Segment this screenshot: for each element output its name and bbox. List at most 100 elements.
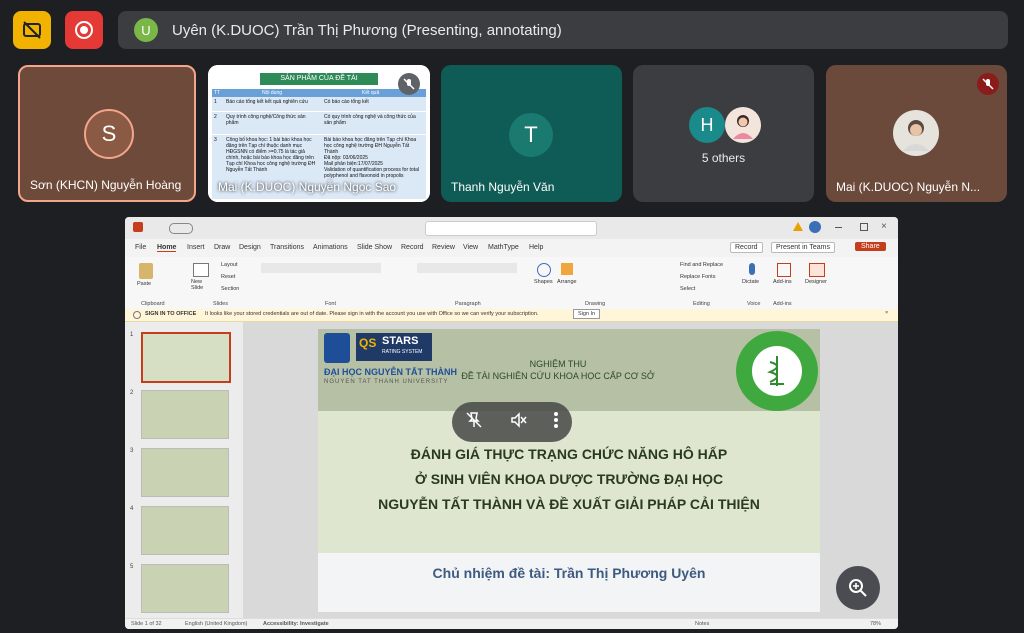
zoom-in-button[interactable] [836,566,880,610]
group-label: Editing [693,301,710,307]
account-avatar[interactable] [809,221,821,233]
captions-off-icon [23,21,41,39]
presenter-avatar: U [134,18,158,42]
tab-animations[interactable]: Animations [313,244,348,251]
powerpoint-logo-icon [133,222,143,232]
dictate-icon[interactable] [749,263,755,275]
select-button[interactable]: Select [680,286,695,292]
signin-label: SIGN IN TO OFFICE [145,311,197,317]
presenter-bar: U Uyên (K.DUOC) Trần Thị Phương (Present… [118,11,1008,49]
slide-thumbnail[interactable] [141,390,229,439]
paste-icon[interactable] [139,263,153,279]
restore-button[interactable] [860,223,868,231]
group-label: Clipboard [141,301,165,307]
slide-thumbnail[interactable] [141,564,229,613]
shapes-button[interactable]: Shapes [534,279,553,285]
dictate-button[interactable]: Dictate [742,279,759,285]
record-icon [75,21,93,39]
stop-recording-button[interactable] [65,11,103,49]
tab-file[interactable]: File [135,244,146,251]
share-button[interactable]: Share [855,242,886,251]
signin-bar: SIGN IN TO OFFICE It looks like your sto… [125,309,898,322]
warning-icon [793,222,803,231]
group-label: Slides [213,301,228,307]
tab-mathtype[interactable]: MathType [488,244,519,251]
addins-button[interactable]: Add-ins [773,279,792,285]
signin-button[interactable]: Sign In [573,309,601,319]
slide-thumbnail[interactable] [141,506,229,555]
find-replace-button[interactable]: Find and Replace [680,262,723,268]
close-signin-icon[interactable]: × [885,310,888,316]
new-slide-button[interactable]: New Slide [191,279,203,291]
avatar: S [84,109,134,159]
participant-tile-screen[interactable]: SẢN PHẨM CỦA ĐỀ TÀI TT Nội dung Kết quả … [208,65,430,202]
faculty-logo [736,331,818,411]
table-row: 2 Quy trình công nghệ/Công thức sản phẩm… [212,112,426,135]
tab-design[interactable]: Design [239,244,261,251]
new-slide-icon[interactable] [193,263,209,277]
participant-tile[interactable]: S Sơn (KHCN) Nguyễn Hoàng [18,65,196,202]
accessibility-indicator[interactable]: Accessibility: Investigate [263,621,329,627]
participant-tile[interactable]: Mai (K.DUOC) Nguyễn N... [826,65,1007,202]
autosave-toggle[interactable] [169,223,193,234]
tab-draw[interactable]: Draw [214,244,230,251]
reset-button[interactable]: Reset [221,274,235,280]
table-title: SẢN PHẨM CỦA ĐỀ TÀI [260,73,378,85]
tab-slideshow[interactable]: Slide Show [357,244,392,251]
slide-thumbnails: 1 2 3 4 5 [125,322,243,618]
mic-off-icon [398,73,420,95]
others-count: 5 others [701,151,746,165]
participant-name: Mai (K.DUOC) Nguyễn Ngọc Sao [218,180,397,194]
info-icon [133,311,141,319]
toggle-captions-button[interactable] [13,11,51,49]
others-tile[interactable]: H 5 others [633,65,814,202]
avatar: H [689,107,725,143]
tab-insert[interactable]: Insert [187,244,205,251]
arrange-button[interactable]: Arrange [557,279,577,285]
zoom-level[interactable]: 78% [870,621,881,627]
title-line: Ở SINH VIÊN KHOA DƯỢC TRƯỜNG ĐẠI HỌC [414,471,724,487]
notes-button[interactable]: Notes [695,621,709,627]
ntt-logo [324,333,350,363]
font-controls[interactable] [261,263,381,273]
close-button[interactable]: × [881,221,887,232]
mute-speaker-icon[interactable] [509,411,527,434]
tab-help[interactable]: Help [529,244,543,251]
current-slide[interactable]: QS STARS RATING SYSTEM ĐẠI HỌC NGUYỄN TẤ… [318,329,820,612]
mic-off-icon [977,73,999,95]
minimize-button[interactable] [835,227,842,228]
slide-thumbnail[interactable] [141,448,229,497]
paragraph-controls[interactable] [417,263,517,273]
tab-view[interactable]: View [463,244,478,251]
layout-button[interactable]: Layout [221,262,238,268]
tab-transitions[interactable]: Transitions [270,244,304,251]
presentation-controls [452,402,572,442]
language-indicator[interactable]: English (United Kingdom) [185,621,247,627]
arrange-icon[interactable] [561,263,573,275]
pin-off-icon[interactable] [465,411,483,434]
paste-button[interactable]: Paste [137,281,151,287]
replace-fonts-button[interactable]: Replace Fonts [680,274,715,280]
addins-icon[interactable] [777,263,791,277]
slide-counter: Slide 1 of 32 [131,621,162,627]
designer-icon[interactable] [809,263,825,277]
avatar-photo [893,110,939,156]
group-label: Add-ins [773,301,792,307]
slide-thumbnail[interactable] [141,332,231,383]
tab-home[interactable]: Home [157,244,177,252]
record-button[interactable]: Record [730,242,763,253]
table-row: 1 Báo cáo tổng kết kết quả nghiên cứu Có… [212,97,426,112]
ribbon-home: Paste New Slide Layout Reset Section Sha… [125,257,898,310]
more-options-icon[interactable] [553,411,559,434]
participant-tile[interactable]: T Thanh Nguyễn Văn [441,65,622,202]
heading-2: ĐỀ TÀI NGHIÊN CỨU KHOA HỌC CẤP CƠ SỞ [461,371,655,381]
search-box[interactable] [425,221,597,236]
tab-review[interactable]: Review [432,244,455,251]
shapes-icon[interactable] [537,263,551,277]
present-in-teams-button[interactable]: Present in Teams [771,242,835,253]
tab-record[interactable]: Record [401,244,424,251]
section-button[interactable]: Section [221,286,239,292]
group-label: Voice [747,301,761,307]
designer-button[interactable]: Designer [805,279,827,285]
slide-editor: QS STARS RATING SYSTEM ĐẠI HỌC NGUYỄN TẤ… [243,322,898,618]
